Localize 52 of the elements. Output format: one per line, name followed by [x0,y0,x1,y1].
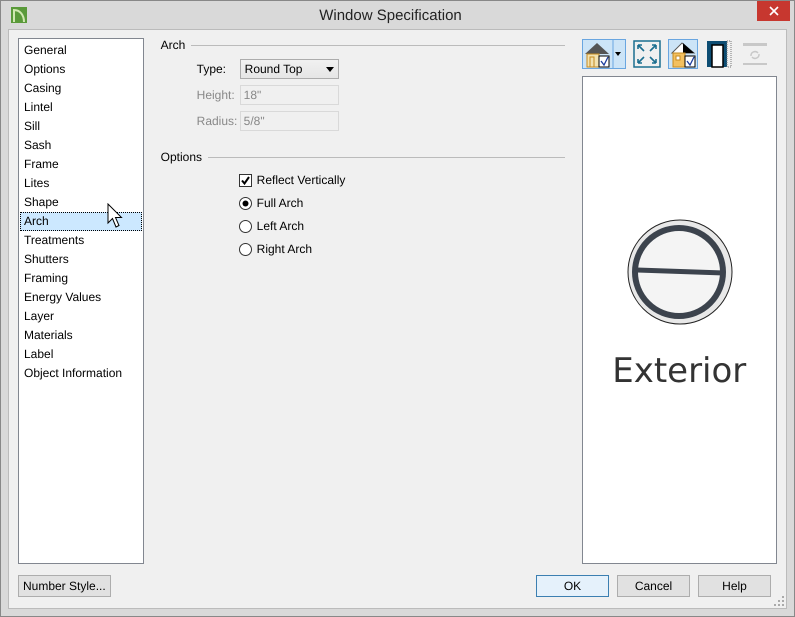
field-label: Type: [196,62,228,76]
fit-icon [632,40,661,68]
resize-grip-icon [774,596,784,606]
sidebar-item[interactable]: Arch [20,212,142,231]
group-title: Options [160,150,202,164]
close-button[interactable] [757,1,790,21]
field-label: Height: [196,88,236,102]
sidebar-item[interactable]: Object Information [20,364,142,383]
preview-caption: Exterior [612,351,746,391]
swap-icon [740,40,769,68]
option-label: Full Arch [256,196,304,210]
sidebar-item[interactable]: Treatments [20,231,142,250]
sidebar-item[interactable]: Materials [20,326,142,345]
close-icon [768,6,778,16]
checkbox[interactable] [238,174,252,186]
toolbar-button[interactable] [582,39,626,69]
help-button[interactable]: Help [698,575,771,597]
toolbar-button[interactable] [668,39,698,69]
sidebar-item[interactable]: Lites [20,174,142,193]
cancel-button[interactable]: Cancel [617,575,690,597]
sidebar-item[interactable]: Sill [20,117,142,136]
group-title: Arch [160,38,186,52]
sidebar-item[interactable]: Shape [20,193,142,212]
type-dropdown[interactable]: Round Top [240,59,339,79]
number-style-button[interactable]: Number Style... [18,575,111,597]
sidebar-item[interactable]: General [20,41,142,60]
sidebar-item[interactable]: Options [20,60,142,79]
app-icon [11,7,27,23]
house-icon [668,40,697,68]
option-label: Left Arch [256,219,304,233]
caret-icon [326,66,334,72]
house-icon [582,40,611,68]
window-title: Window Specification [318,6,463,24]
sidebar-item[interactable]: Energy Values [20,288,142,307]
option-label: Right Arch [256,242,312,256]
sidebar-item[interactable]: Layer [20,307,142,326]
caret-icon [610,40,623,68]
sidebar-item[interactable]: Sash [20,136,142,155]
radio-button[interactable] [238,220,252,232]
ok-button[interactable]: OK [536,575,609,597]
sidebar-item[interactable]: Label [20,345,142,364]
sidebar-item[interactable]: Shutters [20,250,142,269]
cursor-icon [107,203,125,229]
radio-button[interactable] [238,242,252,256]
option-label: Reflect Vertically [256,173,346,187]
sidebar-item[interactable]: Framing [20,269,142,288]
sidebar-item[interactable]: Casing [20,79,142,98]
sidebar-item[interactable]: Frame [20,155,142,174]
sidebar-item[interactable]: Lintel [20,98,142,117]
door-icon [704,40,733,68]
radio-button[interactable] [238,196,252,210]
field-label: Radius: [196,114,238,128]
